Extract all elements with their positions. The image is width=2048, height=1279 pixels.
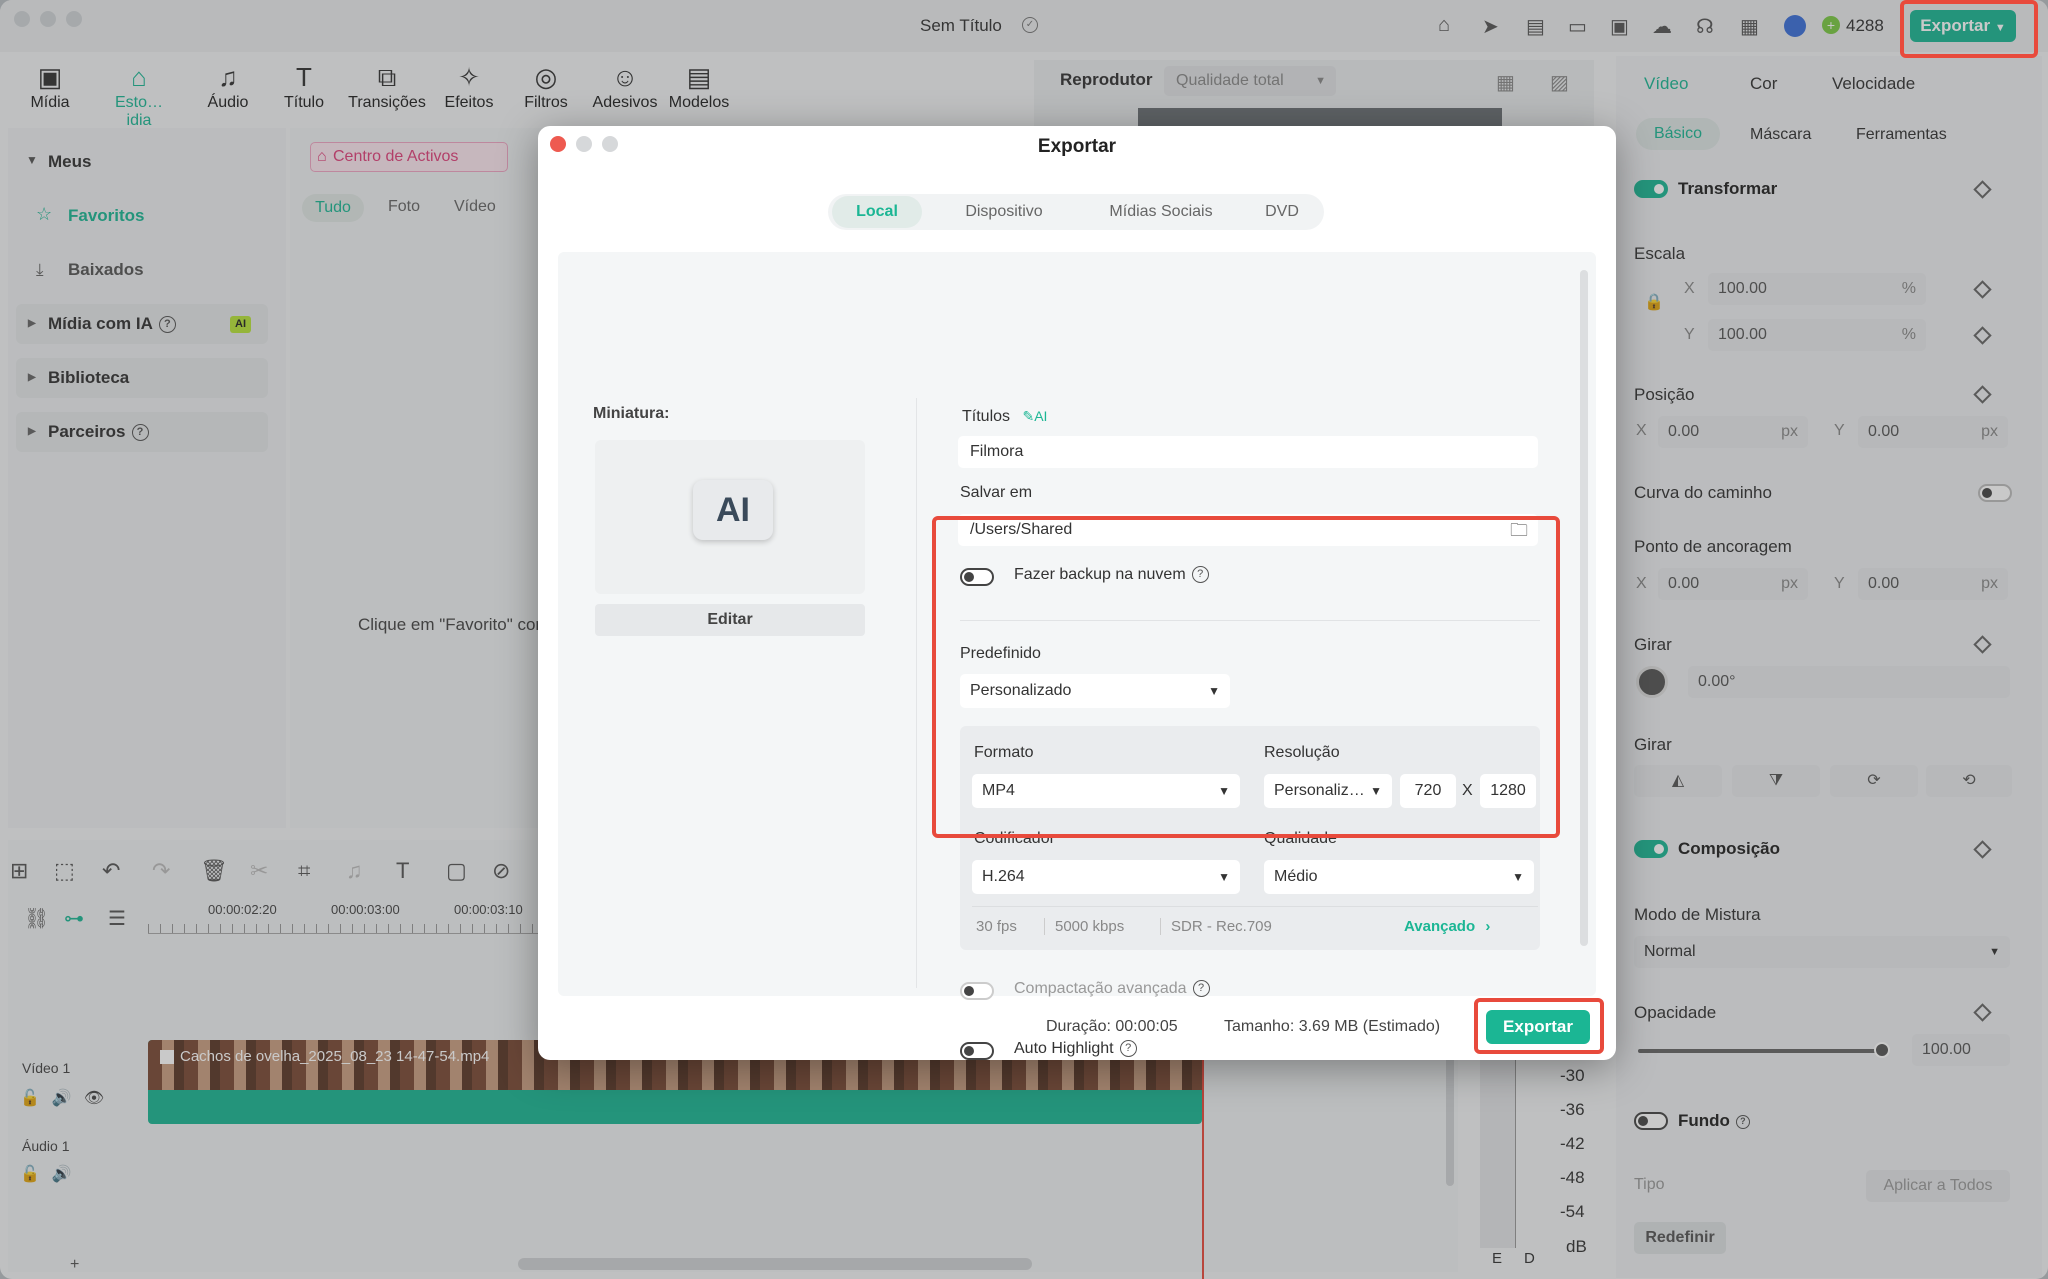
- export-button-highlight: [1474, 998, 1604, 1054]
- tab-dispositivo[interactable]: Dispositivo: [934, 196, 1074, 228]
- ai-thumbnail-icon: AI: [693, 480, 773, 540]
- tab-dvd[interactable]: DVD: [1244, 196, 1320, 228]
- dialog-scrollbar[interactable]: [1580, 270, 1588, 946]
- help-icon[interactable]: ?: [1119, 1040, 1137, 1058]
- divider: [916, 398, 917, 988]
- tab-local[interactable]: Local: [832, 196, 922, 228]
- encoder-select[interactable]: H.264 ▼: [972, 860, 1240, 894]
- save-location-label: Salvar em: [960, 484, 1033, 501]
- ai-title-icon[interactable]: ✎AI: [1022, 408, 1047, 424]
- bitrate-info: 5000 kbps: [1044, 918, 1124, 935]
- export-highlight: [1900, 0, 2038, 58]
- tab-midias-sociais[interactable]: Mídias Sociais: [1086, 196, 1236, 228]
- preset-highlight: [932, 516, 1560, 838]
- quality-select[interactable]: Médio ▼: [1264, 860, 1534, 894]
- auto-highlight-label: Auto Highlight?: [1014, 1040, 1137, 1058]
- help-icon[interactable]: ?: [1192, 980, 1210, 998]
- thumbnail-preview: AI: [595, 440, 865, 594]
- edit-thumbnail-button[interactable]: Editar: [595, 604, 865, 636]
- advanced-link[interactable]: Avançado ›: [1404, 918, 1490, 935]
- color-space-info: SDR - Rec.709: [1160, 918, 1272, 935]
- title-input[interactable]: Filmora: [958, 436, 1538, 468]
- divider: [972, 906, 1538, 907]
- titles-label: Títulos ✎AI: [962, 408, 1048, 425]
- dialog-title: Exportar: [1037, 136, 1117, 157]
- advanced-compression-label: Compactação avançada?: [1014, 980, 1210, 998]
- fps-info: 30 fps: [976, 918, 1017, 935]
- auto-highlight-toggle[interactable]: [960, 1042, 994, 1060]
- thumbnail-label: Miniatura:: [593, 405, 670, 422]
- duration-info: Duração: 00:00:05: [1046, 1018, 1178, 1035]
- export-dialog: Exportar Local Dispositivo Mídias Sociai…: [538, 126, 1616, 1060]
- advanced-compression-toggle[interactable]: [960, 982, 994, 1000]
- size-info: Tamanho: 3.69 MB (Estimado): [1224, 1018, 1441, 1035]
